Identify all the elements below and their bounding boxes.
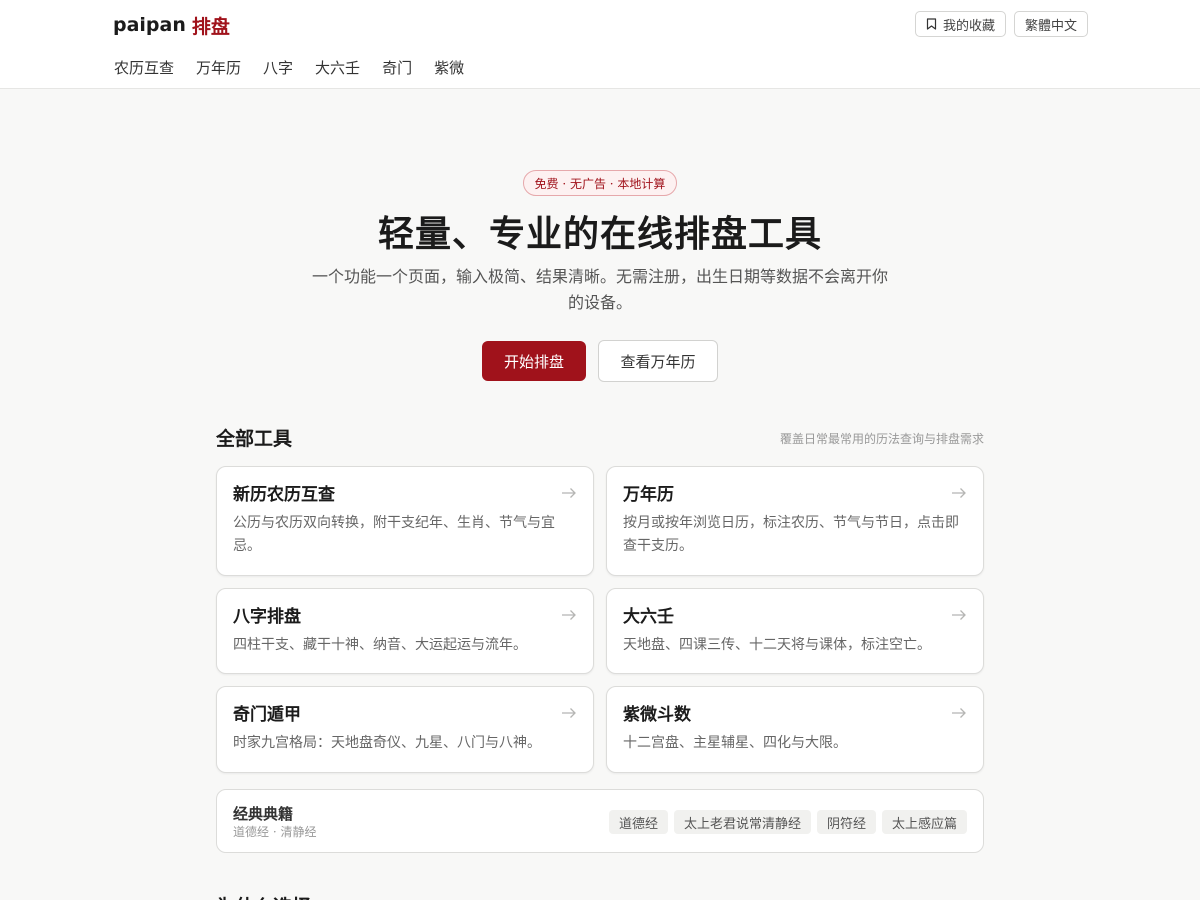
favorites-label: 我的收藏 bbox=[942, 18, 995, 34]
tool-card-bazi[interactable]: 八字排盘 四柱干支、藏干十神、纳音、大运起运与流年。 bbox=[216, 588, 594, 674]
nav-item-bazi[interactable]: 八字 bbox=[263, 57, 293, 78]
classics-panel: 经典典籍 道德经 · 清静经 道德经 太上老君说常清静经 阴符经 太上感应篇 bbox=[216, 789, 984, 853]
site-header: paipan 排盘 我的收藏 繁體中文 农历互查 万年历 八字 大六壬 奇门 紫… bbox=[0, 0, 1200, 89]
classic-tag-yinfujing[interactable]: 阴符经 bbox=[816, 810, 876, 834]
card-title: 八字排盘 bbox=[233, 607, 301, 627]
classic-tag-daodejing[interactable]: 道德经 bbox=[608, 810, 668, 834]
arrow-right-icon bbox=[952, 708, 966, 718]
brand-logo[interactable]: paipan 排盘 bbox=[113, 11, 230, 39]
classic-tag-qingjingjing[interactable]: 太上老君说常清静经 bbox=[673, 810, 811, 834]
arrow-right-icon bbox=[562, 610, 576, 620]
card-desc: 公历与农历双向转换，附干支纪年、生肖、节气与宜忌。 bbox=[233, 515, 555, 554]
nav-item-lunar[interactable]: 农历互查 bbox=[114, 57, 174, 78]
nav-item-qimen[interactable]: 奇门 bbox=[382, 57, 412, 78]
main-nav: 农历互查 万年历 八字 大六壬 奇门 紫微 bbox=[114, 57, 464, 78]
arrow-right-icon bbox=[952, 488, 966, 498]
brand-name-zh: 排盘 bbox=[191, 15, 230, 38]
tools-section-title: 全部工具 bbox=[216, 428, 293, 450]
classics-title: 经典典籍 bbox=[233, 805, 294, 823]
nav-item-liuren[interactable]: 大六壬 bbox=[315, 57, 360, 78]
card-desc: 时家九宫格局：天地盘奇仪、九星、八门与八神。 bbox=[233, 735, 541, 751]
tools-section-note: 覆盖日常最常用的历法查询与排盘需求 bbox=[779, 432, 984, 446]
card-desc: 按月或按年浏览日历，标注农历、节气与节日，点击即查干支历。 bbox=[623, 515, 959, 554]
card-title: 奇门遁甲 bbox=[233, 705, 301, 725]
favorites-button[interactable]: 我的收藏 bbox=[914, 11, 1006, 37]
tool-card-calendar[interactable]: 万年历 按月或按年浏览日历，标注农历、节气与节日，点击即查干支历。 bbox=[606, 466, 984, 576]
arrow-right-icon bbox=[562, 708, 576, 718]
hero-subtitle: 一个功能一个页面，输入极简、结果清晰。无需注册，出生日期等数据不会离开你的设备。 bbox=[311, 267, 888, 312]
card-desc: 十二宫盘、主星辅星、四化与大限。 bbox=[623, 735, 847, 751]
classics-subtitle: 道德经 · 清静经 bbox=[233, 825, 317, 839]
brand-name-en: paipan bbox=[113, 14, 186, 36]
arrow-right-icon bbox=[562, 488, 576, 498]
bookmark-icon bbox=[926, 18, 937, 30]
card-desc: 天地盘、四课三传、十二天将与课体，标注空亡。 bbox=[623, 637, 931, 653]
view-calendar-button[interactable]: 查看万年历 bbox=[598, 340, 718, 382]
card-title: 大六壬 bbox=[623, 607, 674, 627]
start-paipan-button[interactable]: 开始排盘 bbox=[482, 341, 586, 381]
classic-tag-ganyingpian[interactable]: 太上感应篇 bbox=[881, 810, 967, 834]
hero-badge: 免费 · 无广告 · 本地计算 bbox=[523, 170, 677, 196]
hero-title: 轻量、专业的在线排盘工具 bbox=[377, 213, 822, 255]
language-switch-button[interactable]: 繁體中文 bbox=[1013, 11, 1088, 37]
card-desc: 四柱干支、藏干十神、纳音、大运起运与流年。 bbox=[233, 637, 527, 653]
card-title: 紫微斗数 bbox=[623, 705, 691, 725]
tool-card-lunar[interactable]: 新历农历互查 公历与农历双向转换，附干支纪年、生肖、节气与宜忌。 bbox=[216, 466, 594, 576]
tool-card-qimen[interactable]: 奇门遁甲 时家九宫格局：天地盘奇仪、九星、八门与八神。 bbox=[216, 686, 594, 773]
classics-tags: 道德经 太上老君说常清静经 阴符经 太上感应篇 bbox=[608, 810, 967, 834]
card-title: 万年历 bbox=[623, 485, 674, 505]
nav-item-ziwei[interactable]: 紫微 bbox=[434, 57, 464, 78]
next-section-title: 为什么选择 bbox=[216, 892, 311, 900]
tool-card-liuren[interactable]: 大六壬 天地盘、四课三传、十二天将与课体，标注空亡。 bbox=[606, 588, 984, 674]
arrow-right-icon bbox=[952, 610, 966, 620]
nav-item-calendar[interactable]: 万年历 bbox=[196, 57, 241, 78]
card-title: 新历农历互查 bbox=[233, 485, 335, 505]
language-label: 繁體中文 bbox=[1024, 18, 1077, 34]
tool-card-ziwei[interactable]: 紫微斗数 十二宫盘、主星辅星、四化与大限。 bbox=[606, 686, 984, 773]
header-actions: 我的收藏 繁體中文 bbox=[914, 11, 1088, 37]
